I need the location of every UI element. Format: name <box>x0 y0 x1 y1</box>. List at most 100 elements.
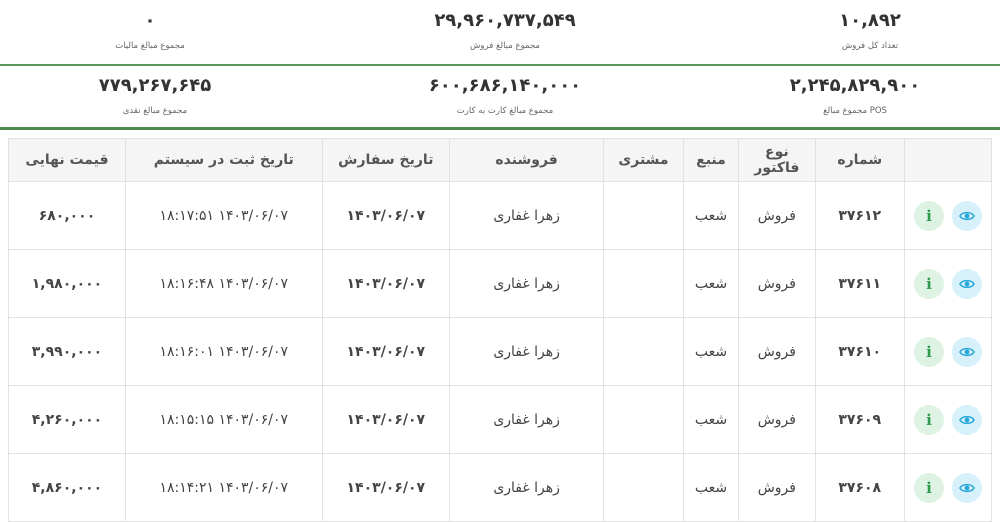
stat-value: ۰ <box>144 10 156 31</box>
cell-customer <box>603 453 684 522</box>
cell-source: شعب <box>682 317 740 386</box>
cell-invoice-type: فروش <box>738 317 816 386</box>
stat-total-pos: ۲,۲۴۵,۸۲۹,۹۰۰ مجموع مبالغ POS <box>705 75 1000 116</box>
cell-system-date: ۱۴۰۳/۰۶/۰۷ ۱۸:۱۶:۰۱ <box>124 317 323 386</box>
cell-system-date: ۱۴۰۳/۰۶/۰۷ ۱۸:۱۷:۵۱ <box>124 181 323 250</box>
view-button[interactable] <box>951 336 982 367</box>
header-source[interactable]: منبع <box>682 138 740 182</box>
cell-customer <box>603 385 684 454</box>
info-button[interactable]: i <box>913 472 944 503</box>
cell-final-price: ۳,۹۹۰,۰۰۰ <box>8 317 126 386</box>
cell-final-price: ۱,۹۸۰,۰۰۰ <box>8 249 126 318</box>
view-button[interactable] <box>951 200 982 231</box>
cell-number: ۳۷۶۱۲ <box>814 181 905 250</box>
table-row: i ۳۷۶۱۲ فروش شعب زهرا غفاری ۱۴۰۳/۰۶/۰۷ ۱۴۰۳/۰۶… <box>8 181 993 250</box>
header-number[interactable]: شماره <box>814 138 905 182</box>
stat-value: ۲۹,۹۶۰,۷۳۷,۵۴۹ <box>434 10 576 31</box>
actions-header <box>903 138 993 182</box>
cell-system-date: ۱۴۰۳/۰۶/۰۷ ۱۸:۱۶:۴۸ <box>124 249 323 318</box>
view-button[interactable] <box>951 404 982 435</box>
stat-value: ۱۰,۸۹۲ <box>839 10 901 31</box>
info-button[interactable]: i <box>913 336 944 367</box>
cell-final-price: ۴,۸۶۰,۰۰۰ <box>8 453 126 522</box>
info-button[interactable]: i <box>913 200 944 231</box>
cell-invoice-type: فروش <box>738 249 816 318</box>
stat-label: مجموع مبالغ نقدی <box>122 106 188 116</box>
header-customer[interactable]: مشتری <box>603 138 684 182</box>
stat-value: ۷۷۹,۲۶۷,۶۴۵ <box>98 75 212 96</box>
eye-icon <box>959 210 975 222</box>
cell-number: ۳۷۶۱۰ <box>814 317 905 386</box>
cell-source: شعب <box>682 249 740 318</box>
info-icon: i <box>926 478 932 497</box>
header-system-date[interactable]: تاریخ ثبت در سیستم <box>124 138 323 182</box>
info-icon: i <box>926 206 932 225</box>
cell-seller: زهرا غفاری <box>449 181 605 250</box>
info-icon: i <box>926 342 932 361</box>
cell-system-date: ۱۴۰۳/۰۶/۰۷ ۱۸:۱۵:۱۵ <box>124 385 323 454</box>
cell-number: ۳۷۶۰۹ <box>814 385 905 454</box>
cell-invoice-type: فروش <box>738 385 816 454</box>
cell-source: شعب <box>682 385 740 454</box>
stat-value: ۲,۲۴۵,۸۲۹,۹۰۰ <box>789 75 921 96</box>
cell-order-date: ۱۴۰۳/۰۶/۰۷ <box>321 317 451 386</box>
cell-customer <box>603 249 684 318</box>
cell-source: شعب <box>682 453 740 522</box>
cell-seller: زهرا غفاری <box>449 385 605 454</box>
cell-order-date: ۱۴۰۳/۰۶/۰۷ <box>321 385 451 454</box>
cell-number: ۳۷۶۰۸ <box>814 453 905 522</box>
eye-icon <box>959 482 975 494</box>
table-row: i ۳۷۶۱۰ فروش شعب زهرا غفاری ۱۴۰۳/۰۶/۰۷ ۱۴۰۳/۰۶… <box>8 317 993 386</box>
cell-source: شعب <box>682 181 740 250</box>
row-actions: i <box>903 181 993 250</box>
row-actions: i <box>903 249 993 318</box>
cell-final-price: ۴,۲۶۰,۰۰۰ <box>8 385 126 454</box>
cell-seller: زهرا غفاری <box>449 317 605 386</box>
stat-label: مجموع مبالغ کارت به کارت <box>456 106 554 116</box>
cell-invoice-type: فروش <box>738 453 816 522</box>
stat-total-tax: ۰ مجموع مبالغ مالیات <box>0 10 300 51</box>
summary-panel: ۱۰,۸۹۲ تعداد کل فروش ۲۹,۹۶۰,۷۳۷,۵۴۹ مجمو… <box>0 0 1000 130</box>
cell-order-date: ۱۴۰۳/۰۶/۰۷ <box>321 453 451 522</box>
stat-total-sales-amount: ۲۹,۹۶۰,۷۳۷,۵۴۹ مجموع مبالغ فروش <box>355 10 655 51</box>
header-final-price[interactable]: قیمت نهایی <box>8 138 126 182</box>
cell-invoice-type: فروش <box>738 181 816 250</box>
stat-label: تعداد کل فروش <box>841 41 899 51</box>
cell-customer <box>603 317 684 386</box>
stat-total-cash: ۷۷۹,۲۶۷,۶۴۵ مجموع مبالغ نقدی <box>5 75 305 116</box>
info-button[interactable]: i <box>913 404 944 435</box>
cell-order-date: ۱۴۰۳/۰۶/۰۷ <box>321 181 451 250</box>
header-seller[interactable]: فروشنده <box>449 138 605 182</box>
row-actions: i <box>903 317 993 386</box>
info-button[interactable]: i <box>913 268 944 299</box>
stat-value: ۶۰۰,۶۸۶,۱۴۰,۰۰۰ <box>428 75 582 96</box>
view-button[interactable] <box>951 472 982 503</box>
cell-order-date: ۱۴۰۳/۰۶/۰۷ <box>321 249 451 318</box>
row-actions: i <box>903 453 993 522</box>
stat-label: مجموع مبالغ فروش <box>470 41 540 51</box>
table-row: i ۳۷۶۰۹ فروش شعب زهرا غفاری ۱۴۰۳/۰۶/۰۷ ۱۴۰۳/۰۶… <box>8 385 993 454</box>
cell-customer <box>603 181 684 250</box>
eye-icon <box>959 278 975 290</box>
info-icon: i <box>926 274 932 293</box>
stat-total-card-transfer: ۶۰۰,۶۸۶,۱۴۰,۰۰۰ مجموع مبالغ کارت به کارت <box>355 75 655 116</box>
table-row: i ۳۷۶۱۱ فروش شعب زهرا غفاری ۱۴۰۳/۰۶/۰۷ ۱۴۰۳/۰۶… <box>8 249 993 318</box>
header-invoice-type[interactable]: نوع فاکتور <box>738 138 816 182</box>
stat-total-sales-count: ۱۰,۸۹۲ تعداد کل فروش <box>720 10 1000 51</box>
table-header-row: شماره نوع فاکتور منبع مشتری فروشنده تاری… <box>8 138 993 182</box>
cell-seller: زهرا غفاری <box>449 453 605 522</box>
header-order-date[interactable]: تاریخ سفارش <box>321 138 451 182</box>
cell-number: ۳۷۶۱۱ <box>814 249 905 318</box>
cell-seller: زهرا غفاری <box>449 249 605 318</box>
table-row: i ۳۷۶۰۸ فروش شعب زهرا غفاری ۱۴۰۳/۰۶/۰۷ ۱۴۰۳/۰۶… <box>8 453 993 522</box>
eye-icon <box>959 414 975 426</box>
stat-label: مجموع مبالغ POS <box>823 106 887 116</box>
stat-label: مجموع مبالغ مالیات <box>115 41 185 51</box>
summary-bottom-border <box>0 127 1000 130</box>
cell-final-price: ۶۸۰,۰۰۰ <box>8 181 126 250</box>
view-button[interactable] <box>951 268 982 299</box>
info-icon: i <box>926 410 932 429</box>
orders-table: شماره نوع فاکتور منبع مشتری فروشنده تاری… <box>8 138 993 522</box>
row-actions: i <box>903 385 993 454</box>
summary-divider <box>0 64 1000 66</box>
